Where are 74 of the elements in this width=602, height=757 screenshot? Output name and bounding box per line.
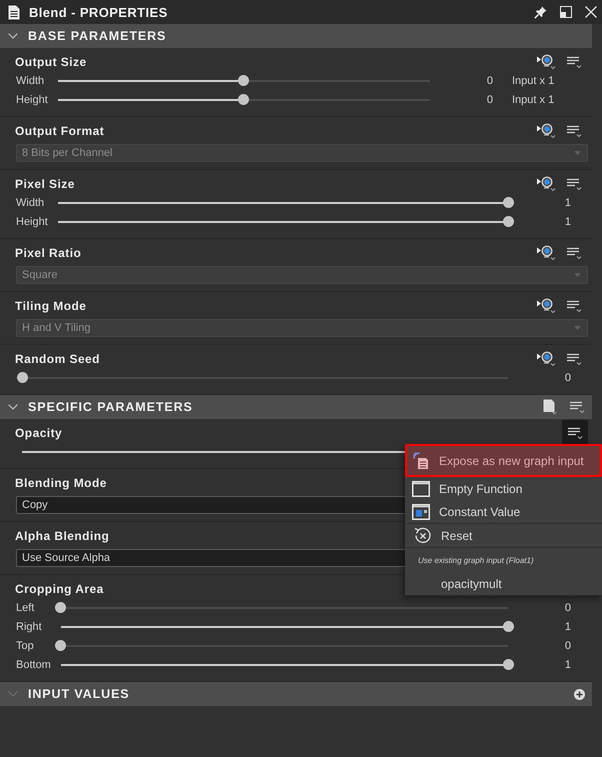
param-label: Random Seed bbox=[15, 352, 100, 366]
caret-icon bbox=[574, 151, 581, 155]
slider-thumb[interactable] bbox=[502, 659, 514, 670]
arrow-dot-icon[interactable] bbox=[537, 176, 557, 192]
slider-value: 1 bbox=[564, 620, 571, 632]
section-header[interactable]: INPUT VALUES bbox=[0, 682, 592, 706]
param-label: Pixel Size bbox=[15, 177, 75, 191]
slider-value: 0 bbox=[564, 640, 571, 652]
arrow-dot-icon[interactable] bbox=[537, 351, 557, 367]
pin-icon[interactable] bbox=[534, 6, 547, 18]
page-icon[interactable] bbox=[543, 399, 557, 415]
slider-label: Height bbox=[16, 216, 48, 228]
menu-item[interactable]: opacitymult bbox=[407, 572, 602, 595]
menu-icon[interactable] bbox=[567, 178, 582, 190]
window-icon bbox=[412, 480, 430, 496]
slider-value: 0 bbox=[564, 602, 571, 614]
menu-icon bbox=[568, 426, 582, 440]
slider-thumb[interactable] bbox=[502, 216, 514, 227]
param-label: Tiling Mode bbox=[15, 299, 86, 313]
slider-thumb[interactable] bbox=[55, 640, 66, 651]
param-label: Blending Mode bbox=[15, 476, 107, 490]
param-label: Cropping Area bbox=[15, 582, 104, 596]
slider-value: 1 bbox=[564, 196, 571, 208]
value-suffix: Input x 1 bbox=[511, 94, 556, 106]
slider-thumb[interactable] bbox=[55, 602, 66, 613]
slider-value: 0 bbox=[486, 74, 493, 86]
slider-label: Width bbox=[16, 74, 46, 86]
caret-icon bbox=[574, 273, 581, 277]
slider-thumb[interactable] bbox=[502, 197, 514, 208]
window-badge-icon bbox=[412, 504, 430, 520]
slider-value: 0 bbox=[486, 94, 493, 106]
menu-icon[interactable] bbox=[567, 56, 582, 68]
close-icon[interactable] bbox=[585, 6, 597, 18]
param-label: Output Size bbox=[15, 55, 87, 69]
param-label: Opacity bbox=[15, 426, 62, 440]
slider-value: 1 bbox=[564, 658, 571, 670]
value-suffix: Input x 1 bbox=[511, 74, 556, 86]
chevron-down-icon bbox=[8, 691, 18, 697]
section-header[interactable]: BASE PARAMETERS bbox=[0, 24, 592, 48]
maximize-icon[interactable] bbox=[560, 6, 572, 18]
param-label: Pixel Ratio bbox=[15, 246, 82, 260]
slider-label: Right bbox=[16, 620, 43, 632]
chevron-down-icon bbox=[8, 33, 18, 39]
param-label: Alpha Blending bbox=[15, 529, 110, 543]
signal-page-icon bbox=[413, 452, 429, 469]
section-header[interactable]: SPECIFIC PARAMETERS bbox=[0, 395, 592, 419]
section-title: SPECIFIC PARAMETERS bbox=[28, 400, 193, 414]
menu-caption: Use existing graph input (Float1) bbox=[417, 554, 534, 567]
section-title: BASE PARAMETERS bbox=[28, 29, 166, 43]
slider-label: Width bbox=[16, 196, 46, 208]
param-label: Output Format bbox=[15, 124, 104, 138]
slider-label: Left bbox=[16, 602, 36, 614]
menu-icon[interactable] bbox=[567, 352, 582, 366]
slider-thumb[interactable] bbox=[238, 94, 250, 105]
menu-button[interactable] bbox=[562, 420, 588, 446]
section-title: INPUT VALUES bbox=[28, 687, 130, 701]
add-icon[interactable] bbox=[574, 688, 585, 700]
menu-icon[interactable] bbox=[570, 400, 585, 414]
slider-value: 1 bbox=[564, 216, 571, 228]
arrow-dot-icon[interactable] bbox=[537, 54, 557, 70]
slider-label: Bottom bbox=[16, 658, 51, 670]
menu-item[interactable]: Reset bbox=[407, 524, 602, 547]
chevron-down-icon bbox=[8, 404, 18, 410]
slider-thumb[interactable] bbox=[16, 372, 28, 383]
slider-thumb[interactable] bbox=[238, 75, 250, 86]
document-icon bbox=[8, 4, 20, 20]
slider-label: Height bbox=[16, 94, 48, 106]
reset-icon bbox=[414, 526, 432, 544]
slider-value: 0 bbox=[564, 372, 571, 384]
slider-label: Top bbox=[16, 640, 35, 652]
caret-icon bbox=[574, 326, 581, 330]
slider-thumb[interactable] bbox=[502, 621, 514, 632]
window-title: Blend - PROPERTIES bbox=[29, 4, 168, 20]
menu-item[interactable]: Expose as new graph input bbox=[405, 444, 602, 477]
